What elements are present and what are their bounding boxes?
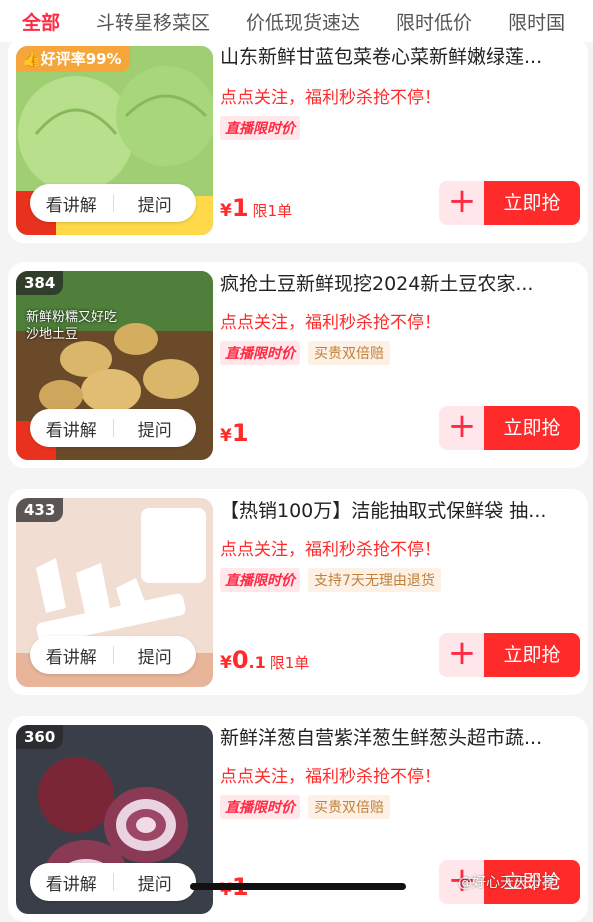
product-thumbnail[interactable]: 384 新鲜粉糯又好吃 沙地土豆 看讲解 提问: [16, 271, 213, 460]
thumb-caption: 新鲜粉糯又好吃 沙地土豆: [26, 310, 118, 342]
tab-vegetable[interactable]: 斗转星移菜区: [96, 8, 210, 35]
live-price-tag: 直播限时价: [220, 568, 300, 592]
price-currency: ¥: [220, 426, 232, 446]
return-policy-tag: 支持7天无理由退货: [308, 568, 441, 592]
watch-explain-button[interactable]: 看讲解: [30, 191, 113, 216]
tab-all[interactable]: 全部: [22, 8, 60, 35]
price: ¥ 0 .1 限1单: [220, 646, 309, 674]
product-card[interactable]: 384 新鲜粉糯又好吃 沙地土豆 看讲解 提问 疯抢土豆新鲜现挖2024新土豆农…: [8, 262, 588, 468]
live-price-tag: 直播限时价: [220, 116, 300, 140]
price-value: 1: [231, 194, 249, 222]
tab-limited-low-price[interactable]: 限时低价: [396, 8, 472, 35]
product-card[interactable]: 👍好评率99% 看讲解 提问 山东新鲜甘蓝包菜卷心菜新鲜嫩绿莲... 点点关注，…: [8, 37, 588, 243]
price: ¥ 1 限1单: [220, 194, 292, 222]
price-currency: ¥: [220, 653, 232, 673]
category-tabs: 全部 斗转星移菜区 价低现货速达 限时低价 限时国: [0, 0, 593, 42]
tag-row: 直播限时价 买贵双倍赔: [220, 795, 390, 819]
tab-in-stock[interactable]: 价低现货速达: [246, 8, 360, 35]
price-value: 0: [231, 646, 249, 674]
add-cart-button[interactable]: +: [439, 181, 485, 225]
live-price-tag: 直播限时价: [220, 795, 300, 819]
home-indicator[interactable]: [190, 883, 406, 890]
add-cart-button[interactable]: +: [439, 406, 485, 450]
rank-badge: 433: [16, 498, 64, 522]
add-cart-button[interactable]: +: [439, 633, 485, 677]
promo-text: 点点关注，福利秒杀抢不停！: [220, 313, 441, 333]
tag-row: 直播限时价 买贵双倍赔: [220, 341, 390, 365]
ask-question-button[interactable]: 提问: [114, 191, 197, 216]
live-price-tag: 直播限时价: [220, 341, 300, 365]
price-decimal: .1: [248, 653, 266, 672]
product-card[interactable]: 433 看讲解 提问 【热销100万】洁能抽取式保鲜袋 抽... 点点关注，福利…: [8, 489, 588, 695]
tab-limited-more[interactable]: 限时国: [508, 8, 565, 35]
product-thumbnail[interactable]: 433 看讲解 提问: [16, 498, 213, 687]
watch-explain-button[interactable]: 看讲解: [30, 643, 113, 668]
ask-question-button[interactable]: 提问: [114, 416, 197, 441]
product-title[interactable]: 疯抢土豆新鲜现挖2024新土豆农家...: [220, 264, 580, 304]
product-title[interactable]: 【热销100万】洁能抽取式保鲜袋 抽...: [220, 491, 580, 531]
product-thumbnail[interactable]: 👍好评率99% 看讲解 提问: [16, 46, 213, 235]
rank-badge: 384: [16, 271, 64, 295]
promo-text: 点点关注，福利秒杀抢不停！: [220, 88, 441, 108]
good-rate-badge: 👍好评率99%: [16, 46, 130, 72]
price-value: 1: [231, 419, 249, 447]
rank-badge: 360: [16, 725, 64, 749]
ask-question-button[interactable]: 提问: [114, 870, 197, 895]
buy-now-button[interactable]: 立即抢: [484, 181, 580, 225]
thumb-action-group: 看讲解 提问: [30, 184, 196, 222]
watch-explain-button[interactable]: 看讲解: [30, 416, 113, 441]
buy-now-button[interactable]: 立即抢: [484, 406, 580, 450]
price-currency: ¥: [220, 201, 232, 221]
limit-text: 限1单: [252, 202, 293, 220]
guarantee-tag: 买贵双倍赔: [308, 795, 390, 819]
watch-explain-button[interactable]: 看讲解: [30, 870, 113, 895]
thumb-action-group: 看讲解 提问: [30, 636, 196, 674]
product-title[interactable]: 山东新鲜甘蓝包菜卷心菜新鲜嫩绿莲...: [220, 37, 580, 77]
product-title[interactable]: 新鲜洋葱自营紫洋葱生鲜葱头超市蔬...: [220, 718, 580, 758]
promo-text: 点点关注，福利秒杀抢不停！: [220, 767, 441, 787]
product-thumbnail[interactable]: 360 看讲解 提问: [16, 725, 213, 914]
tag-row: 直播限时价: [220, 116, 308, 140]
guarantee-tag: 买贵双倍赔: [308, 341, 390, 365]
limit-text: 限1单: [269, 654, 310, 672]
thumb-action-group: 看讲解 提问: [30, 409, 196, 447]
watermark-text: @好心天天分享: [458, 875, 556, 891]
ask-question-button[interactable]: 提问: [114, 643, 197, 668]
thumb-action-group: 看讲解 提问: [30, 863, 196, 901]
buy-now-button[interactable]: 立即抢: [484, 633, 580, 677]
price: ¥ 1: [220, 419, 249, 447]
tag-row: 直播限时价 支持7天无理由退货: [220, 568, 441, 592]
promo-text: 点点关注，福利秒杀抢不停！: [220, 540, 441, 560]
